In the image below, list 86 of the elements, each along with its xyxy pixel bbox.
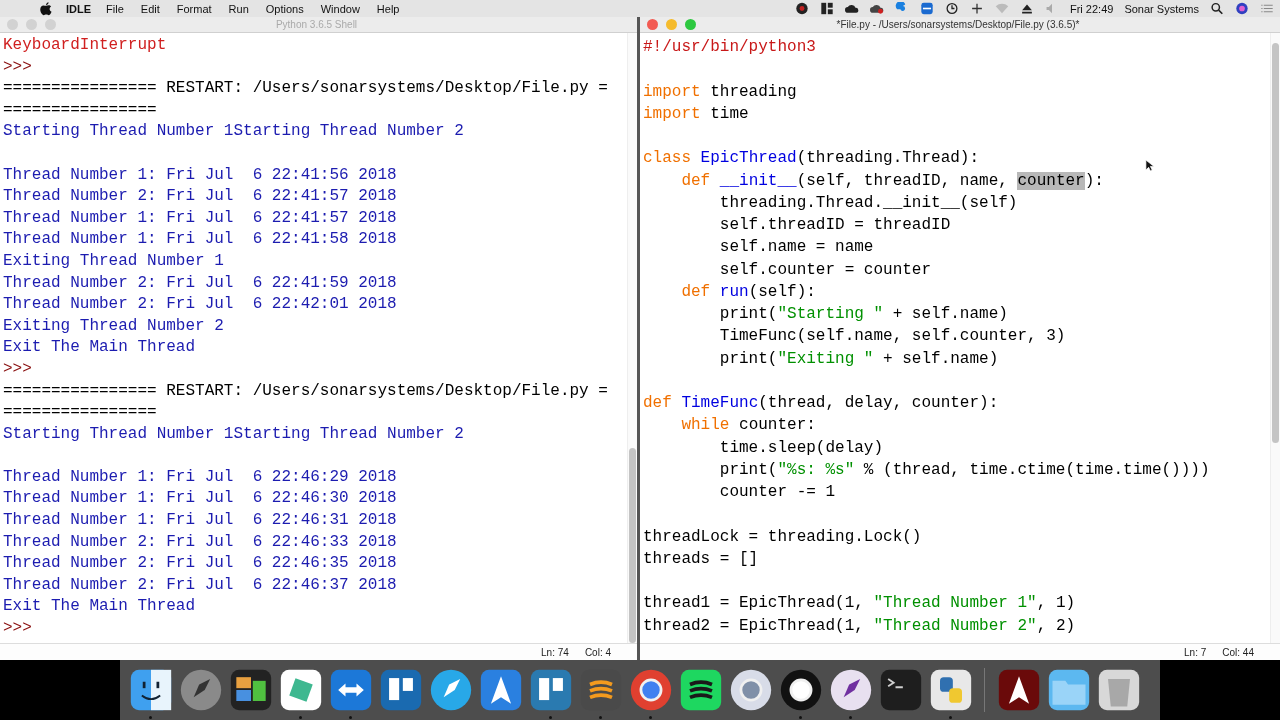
code-line: #!/usr/bin/python3 (643, 38, 816, 56)
window-title: *File.py - /Users/sonarsystems/Desktop/File.py (3.6.5)* (835, 19, 1081, 30)
shell-line: Thread Number 1: Fri Jul 6 22:41:56 2018 (3, 165, 397, 184)
code-line: import time (643, 104, 749, 123)
menu-item[interactable]: Options (265, 2, 304, 15)
mouse-pointer-icon (1145, 159, 1154, 172)
shell-line: KeyboardInterrupt (3, 36, 167, 54)
shell-line: Starting Thread Number 1Starting Thread Number 2 (3, 424, 464, 443)
shell-line: Exiting Thread Number 2 (3, 316, 224, 335)
shell-line: Exit The Main Thread (3, 597, 196, 616)
code-line: TimeFunc(self.name, self.counter, 3) (718, 327, 1066, 346)
tile-icon[interactable] (278, 668, 323, 712)
eject-icon[interactable] (1020, 2, 1034, 15)
board-icon[interactable] (378, 668, 423, 712)
code-line: def __init__(self, threadID, name, counter): (680, 171, 1104, 190)
menu-item[interactable]: File (106, 2, 124, 15)
shell-line: Thread Number 2: Fri Jul 6 22:46:33 2018 (3, 532, 397, 551)
menu-item[interactable]: Edit (140, 2, 160, 15)
code-line: threading.Thread.__init__(self) (718, 193, 1018, 212)
shell-line: ================ (3, 403, 157, 422)
shell-line: Thread Number 2: Fri Jul 6 22:42:01 2018 (3, 295, 397, 314)
code-line: class EpicThread(threading.Thread): (643, 149, 980, 168)
shell-line: >>> (3, 619, 32, 638)
close-button[interactable] (647, 19, 658, 30)
code-line: self.name = name (718, 238, 874, 257)
shell-line: ================ (3, 100, 157, 119)
clock-icon[interactable] (945, 2, 959, 15)
column-number: Col: 44 (1222, 646, 1254, 658)
code-line: import threading (643, 82, 797, 101)
code-line: threads = [] (643, 549, 759, 568)
shell-line: >>> (3, 57, 32, 76)
folder-icon[interactable] (1046, 668, 1091, 712)
shell-line: Thread Number 1: Fri Jul 6 22:41:58 2018 (3, 230, 397, 249)
shell-line: ================ RESTART: /Users/sonarsystems/Desktop/File.py = (3, 381, 608, 400)
shell-line: >>> (3, 359, 32, 378)
cloud-icon[interactable] (870, 2, 884, 15)
code-line: print("Exiting " + self.name) (718, 349, 999, 368)
orb-icon[interactable] (1235, 2, 1249, 15)
circle-icon[interactable] (795, 2, 809, 15)
shell-line: Thread Number 2: Fri Jul 6 22:41:57 2018 (3, 187, 397, 206)
menu-item[interactable]: Help (376, 2, 400, 15)
trash-icon[interactable] (1096, 668, 1141, 712)
code-line: def TimeFunc(thread, delay, counter): (643, 394, 999, 412)
user-name[interactable]: Sonar Systems (1124, 2, 1199, 15)
code-line: print("%s: %s" % (thread, time.ctime(time.time()))) (718, 460, 1210, 479)
code-line: thread1 = EpicThread(1, "Thread Number 1", 1) (643, 594, 1076, 613)
menu-item[interactable]: Run (228, 2, 249, 15)
shell-line: Thread Number 1: Fri Jul 6 22:46:29 2018 (3, 467, 397, 486)
shell-line: Thread Number 2: Fri Jul 6 22:41:59 2018 (3, 273, 397, 292)
terminal-icon[interactable] (878, 668, 923, 712)
shell-line: Thread Number 1: Fri Jul 6 22:46:31 2018 (3, 511, 397, 530)
shell-line: Exiting Thread Number 1 (3, 251, 224, 270)
scrollbar-thumb[interactable] (1272, 43, 1279, 443)
menu-item[interactable]: Window (320, 2, 360, 15)
code-line: counter -= 1 (718, 483, 836, 501)
search-icon[interactable] (1210, 2, 1224, 15)
cloud-icon[interactable] (845, 2, 859, 15)
shell-line: Thread Number 2: Fri Jul 6 22:46:35 2018 (3, 554, 397, 573)
shell-line: Exit The Main Thread (3, 338, 196, 357)
code-line: thread2 = EpicThread(1, "Thread Number 2", 2) (643, 616, 1076, 635)
shell-line: ================ RESTART: /Users/sonarsystems/Desktop/File.py = (3, 79, 608, 98)
shell-line: Starting Thread Number 1Starting Thread Number 2 (3, 122, 464, 141)
apple-icon[interactable] (40, 1, 52, 16)
line-number: Ln: 7 (1184, 646, 1207, 658)
shell-line: Thread Number 1: Fri Jul 6 22:46:30 2018 (3, 489, 397, 508)
panels-icon[interactable] (228, 668, 273, 712)
grid-icon[interactable] (820, 2, 834, 15)
shell-line: Thread Number 2: Fri Jul 6 22:46:37 2018 (3, 575, 397, 594)
menu-item[interactable]: Format (176, 2, 212, 15)
line-number: Ln: 74 (541, 646, 569, 658)
list-icon[interactable] (1260, 2, 1274, 15)
window-title: Python 3.6.5 Shell (274, 19, 359, 30)
code-line: threadLock = threading.Lock() (643, 527, 922, 546)
code-line: self.counter = counter (718, 260, 932, 279)
code-line: def run(self): (680, 282, 816, 301)
smiley-face-icon[interactable] (128, 668, 173, 712)
waves-icon[interactable] (678, 668, 723, 712)
column-number: Col: 4 (584, 646, 611, 658)
code-line: while counter: (680, 416, 816, 435)
app-menu[interactable]: IDLE (66, 2, 92, 15)
clock[interactable]: Fri 22:49 (1070, 2, 1114, 15)
shell-line: Thread Number 1: Fri Jul 6 22:41:57 2018 (3, 208, 397, 227)
code-line: self.threadID = threadID (718, 216, 951, 234)
scrollbar-thumb[interactable] (629, 448, 636, 643)
code-line: print("Starting " + self.name) (718, 305, 1008, 323)
code-line: time.sleep(delay) (718, 438, 884, 457)
